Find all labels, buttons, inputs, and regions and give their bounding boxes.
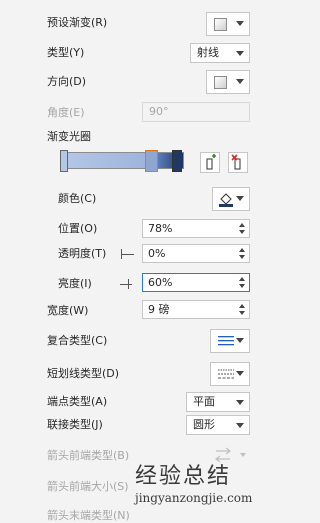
transparency-value: 0% bbox=[148, 247, 166, 260]
gradient-bar[interactable] bbox=[62, 152, 184, 169]
direction-button[interactable] bbox=[206, 70, 250, 94]
angle-label: 角度(E) bbox=[47, 106, 85, 119]
arrow-end-type-label: 箭头末端类型(N) bbox=[47, 509, 130, 522]
cap-type-dropdown[interactable]: 平面 bbox=[186, 392, 250, 412]
width-value: 9 磅 bbox=[148, 303, 170, 316]
type-value: 射线 bbox=[197, 46, 219, 59]
compound-type-label: 复合类型(C) bbox=[47, 334, 108, 347]
spin-down-icon[interactable] bbox=[239, 255, 245, 259]
compound-lines-icon bbox=[218, 336, 234, 346]
transparency-spinner[interactable]: 0% bbox=[142, 244, 250, 263]
direction-label: 方向(D) bbox=[47, 75, 87, 88]
cap-type-label: 端点类型(A) bbox=[47, 395, 108, 408]
transparency-label: 透明度(T) bbox=[58, 247, 107, 260]
gradient-stop-1[interactable] bbox=[60, 150, 68, 172]
gradient-stop-2[interactable] bbox=[145, 150, 158, 172]
chevron-down-icon bbox=[236, 423, 244, 428]
chevron-down-icon bbox=[236, 51, 244, 56]
add-gradient-stop-icon[interactable] bbox=[200, 152, 220, 173]
spin-up-icon[interactable] bbox=[239, 248, 245, 252]
join-type-label: 联接类型(J) bbox=[47, 418, 103, 431]
chevron-down-icon bbox=[236, 79, 244, 84]
width-label: 宽度(W) bbox=[47, 304, 89, 317]
chevron-down-icon bbox=[236, 338, 244, 343]
watermark-url: jingyanzongjie.com bbox=[135, 491, 253, 505]
direction-swatch-icon bbox=[214, 75, 227, 89]
arrow-begin-size-label: 箭头前端大小(S) bbox=[47, 480, 129, 493]
remove-gradient-stop-icon[interactable] bbox=[228, 152, 248, 173]
chevron-down-icon bbox=[236, 196, 244, 201]
type-dropdown[interactable]: 射线 bbox=[190, 43, 250, 63]
chevron-down-icon bbox=[236, 371, 244, 376]
preset-gradient-button[interactable] bbox=[206, 12, 250, 36]
brightness-spinner[interactable]: 60% bbox=[142, 273, 250, 292]
color-label: 颜色(C) bbox=[58, 192, 97, 205]
format-line-panel: 预设渐变(R) 类型(Y) 射线 方向(D) 角度(E) 90° 渐变光圈 颜色… bbox=[0, 0, 267, 522]
angle-value: 90° bbox=[149, 105, 169, 118]
watermark: 经验总结 jingyanzongjie.com bbox=[135, 464, 253, 506]
spin-up-icon[interactable] bbox=[239, 304, 245, 308]
spin-up-icon[interactable] bbox=[239, 223, 245, 227]
chevron-down-icon bbox=[236, 21, 244, 26]
color-button[interactable] bbox=[212, 187, 250, 211]
spin-down-icon[interactable] bbox=[239, 311, 245, 315]
position-label: 位置(O) bbox=[58, 222, 98, 235]
cap-type-value: 平面 bbox=[193, 395, 215, 408]
dash-lines-icon bbox=[218, 369, 234, 379]
spin-down-icon[interactable] bbox=[239, 230, 245, 234]
spin-down-icon[interactable] bbox=[239, 284, 245, 288]
preset-gradient-label: 预设渐变(R) bbox=[47, 16, 108, 29]
angle-spinner: 90° bbox=[142, 102, 250, 122]
type-label: 类型(Y) bbox=[47, 46, 85, 59]
transparency-slider-icon[interactable] bbox=[121, 249, 135, 259]
gradient-swatch-icon bbox=[214, 17, 227, 31]
join-type-value: 圆形 bbox=[193, 418, 215, 431]
compound-type-button[interactable] bbox=[210, 329, 250, 353]
brightness-label: 亮度(I) bbox=[58, 277, 92, 290]
arrow-begin-type-label: 箭头前端类型(B) bbox=[47, 449, 130, 462]
dash-type-button[interactable] bbox=[210, 362, 250, 386]
spin-up-icon[interactable] bbox=[239, 277, 245, 281]
dash-type-label: 短划线类型(D) bbox=[47, 367, 120, 380]
brightness-value: 60% bbox=[148, 276, 173, 289]
paint-bucket-icon bbox=[219, 193, 233, 207]
watermark-title: 经验总结 bbox=[135, 464, 232, 489]
gradient-stops-label: 渐变光圈 bbox=[47, 130, 91, 143]
position-spinner[interactable]: 78% bbox=[142, 219, 250, 238]
brightness-slider-icon[interactable] bbox=[120, 279, 134, 289]
width-spinner[interactable]: 9 磅 bbox=[142, 300, 250, 319]
position-value: 78% bbox=[148, 222, 173, 235]
gradient-stop-3[interactable] bbox=[172, 150, 182, 172]
chevron-down-icon bbox=[236, 400, 244, 405]
join-type-dropdown[interactable]: 圆形 bbox=[186, 415, 250, 435]
